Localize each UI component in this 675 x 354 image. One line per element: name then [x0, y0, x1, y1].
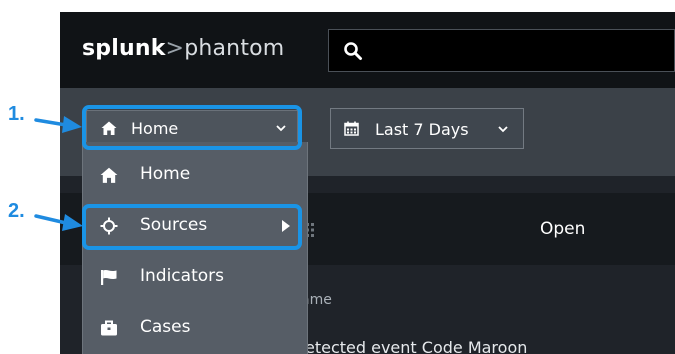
column-header-open[interactable]: Open: [540, 219, 585, 239]
chevron-down-icon: [498, 126, 508, 133]
menu-item-cases[interactable]: Cases: [83, 303, 307, 354]
briefcase-icon: [101, 320, 117, 336]
highlight-box-2: [82, 204, 302, 250]
callout-arrow-1: [34, 116, 82, 133]
menu-item-indicators[interactable]: Indicators: [83, 252, 307, 303]
menu-item-label: Cases: [140, 317, 191, 337]
callout-label-1: 1.: [8, 103, 25, 125]
calendar-icon: [344, 121, 359, 136]
menu-item-label: Home: [140, 164, 191, 184]
search-input[interactable]: [328, 29, 675, 72]
date-range-dropdown[interactable]: Last 7 Days: [330, 108, 524, 149]
menu-item-home[interactable]: Home: [83, 150, 307, 201]
callout-label-2: 2.: [8, 200, 25, 222]
logo-part2: phantom: [184, 36, 285, 61]
menu-item-label: Indicators: [140, 266, 224, 286]
logo-separator: >: [165, 36, 185, 61]
logo-part1: splunk: [82, 36, 166, 61]
top-bar: splunk>phantom: [60, 12, 675, 88]
phantom-app: splunk>phantom Home Last 7 Days Open ame…: [60, 12, 675, 354]
highlight-box-1: [82, 105, 302, 150]
search-icon[interactable]: [343, 41, 363, 61]
splunk-phantom-logo[interactable]: splunk>phantom: [82, 36, 284, 61]
home-icon: [100, 167, 118, 183]
date-range-label: Last 7 Days: [375, 120, 469, 139]
flag-icon: [101, 270, 117, 285]
callout-arrow-2: [34, 214, 83, 231]
table-row[interactable]: etected event Code Maroon: [305, 338, 527, 354]
